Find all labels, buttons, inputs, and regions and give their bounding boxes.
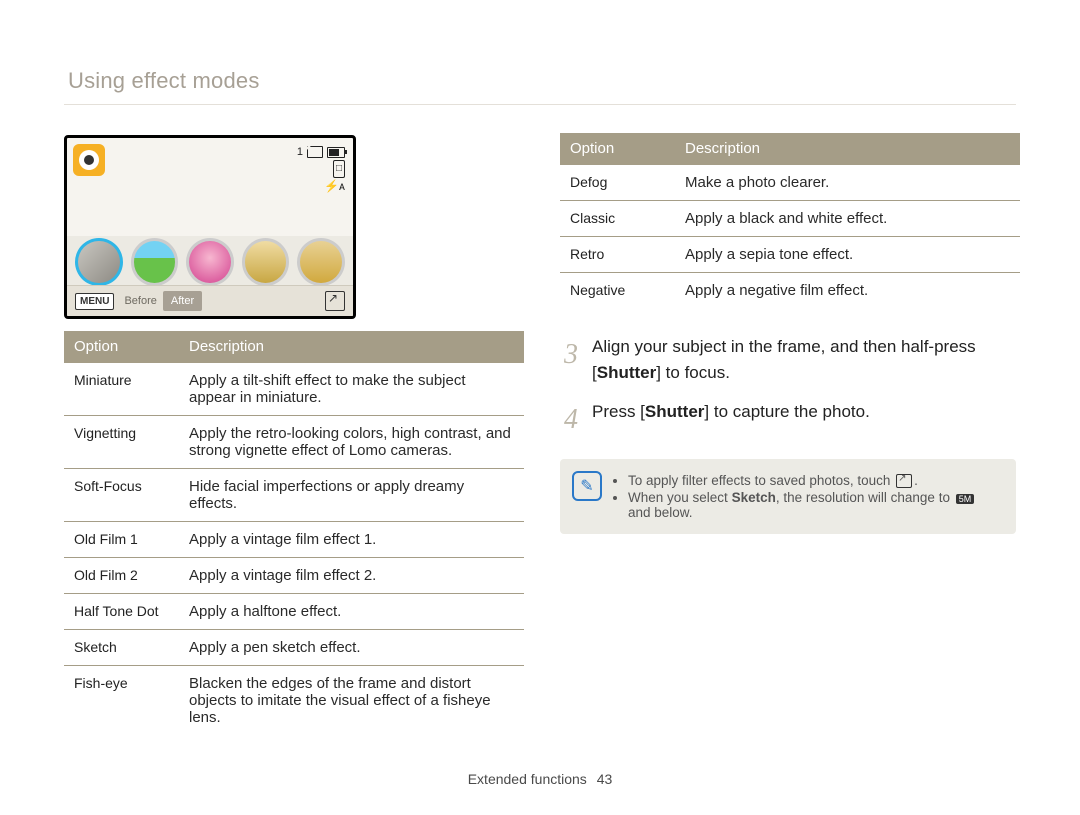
quality-icon: □ xyxy=(333,160,345,178)
col-option: Option xyxy=(64,331,179,363)
table-row: Fish-eyeBlacken the edges of the frame a… xyxy=(64,666,524,736)
table-row: RetroApply a sepia tone effect. xyxy=(560,237,1020,273)
table-row: Old Film 1Apply a vintage film effect 1. xyxy=(64,522,524,558)
shutter-key: Shutter xyxy=(597,363,657,382)
table-row: VignettingApply the retro-looking colors… xyxy=(64,416,524,469)
after-tab[interactable]: After xyxy=(163,291,202,311)
table-row: Old Film 2Apply a vintage film effect 2. xyxy=(64,558,524,594)
col-description: Description xyxy=(179,331,524,363)
table-row: NegativeApply a negative film effect. xyxy=(560,273,1020,309)
col-description: Description xyxy=(675,133,1020,165)
battery-icon xyxy=(327,147,345,158)
open-gallery-icon[interactable] xyxy=(325,291,345,311)
camera-preview: 1 □ ⚡ᴀ MENU Before Aft xyxy=(64,135,356,319)
filter-chip-2[interactable] xyxy=(131,238,179,286)
page-title: Using effect modes xyxy=(68,68,1016,94)
table-row: SketchApply a pen sketch effect. xyxy=(64,630,524,666)
flash-icon: ⚡ᴀ xyxy=(324,178,345,194)
step-number: 3 xyxy=(560,334,582,385)
col-option: Option xyxy=(560,133,675,165)
open-gallery-icon xyxy=(896,474,912,488)
filter-chip-4[interactable] xyxy=(242,238,290,286)
mode-badge-icon xyxy=(73,144,105,176)
table-row: MiniatureApply a tilt-shift effect to ma… xyxy=(64,363,524,416)
note-item: To apply filter effects to saved photos,… xyxy=(628,473,1002,488)
step-3: 3 Align your subject in the frame, and t… xyxy=(560,334,1016,385)
menu-button[interactable]: MENU xyxy=(75,293,114,310)
step-4: 4 Press [Shutter] to capture the photo. xyxy=(560,399,1016,441)
shots-remaining: 1 xyxy=(297,144,303,160)
footer-section: Extended functions xyxy=(468,771,587,787)
before-tab[interactable]: Before xyxy=(124,295,156,307)
footer-page: 43 xyxy=(597,771,613,787)
note-item: When you select Sketch, the resolution w… xyxy=(628,490,1002,520)
table-row: Soft-FocusHide facial imperfections or a… xyxy=(64,469,524,522)
filter-chip-3[interactable] xyxy=(186,238,234,286)
options-table-1: Option Description MiniatureApply a tilt… xyxy=(64,331,524,735)
table-row: ClassicApply a black and white effect. xyxy=(560,201,1020,237)
options-table-2: Option Description DefogMake a photo cle… xyxy=(560,133,1020,308)
info-icon: ✎ xyxy=(572,471,602,501)
sd-card-icon xyxy=(307,146,323,158)
filter-chip-1[interactable] xyxy=(75,238,123,286)
divider xyxy=(64,104,1016,105)
step-number: 4 xyxy=(560,399,582,441)
status-overlay: 1 □ ⚡ᴀ xyxy=(297,144,345,194)
table-row: DefogMake a photo clearer. xyxy=(560,165,1020,201)
resolution-badge: 5M xyxy=(956,494,975,504)
page-footer: Extended functions 43 xyxy=(0,771,1080,787)
note-box: ✎ To apply filter effects to saved photo… xyxy=(560,459,1016,534)
filter-chip-5[interactable] xyxy=(297,238,345,286)
shutter-key: Shutter xyxy=(645,402,705,421)
table-row: Half Tone DotApply a halftone effect. xyxy=(64,594,524,630)
